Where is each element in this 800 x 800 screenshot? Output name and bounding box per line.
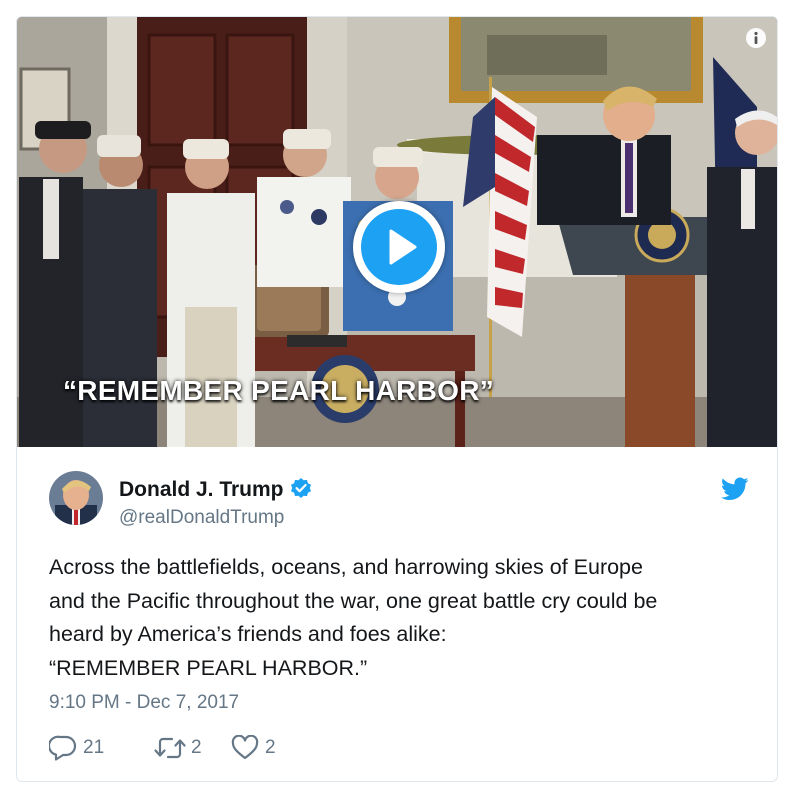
reply-button[interactable]: 21 [49, 731, 119, 765]
retweet-icon [154, 737, 186, 759]
video-thumbnail[interactable]: “REMEMBER PEARL HARBOR” [17, 17, 777, 447]
author-handle[interactable]: @realDonaldTrump [119, 507, 284, 529]
tweet-card: “REMEMBER PEARL HARBOR” Donald J. Trump … [16, 16, 778, 782]
tweet-timestamp[interactable]: 9:10 PM - Dec 7, 2017 [49, 692, 239, 714]
author-name[interactable]: Donald J. Trump [119, 477, 312, 502]
verified-badge-icon [290, 478, 311, 498]
tweet-line: and the Pacific throughout the war, one … [49, 588, 658, 613]
video-caption: “REMEMBER PEARL HARBOR” [63, 375, 495, 406]
twitter-bird-icon[interactable] [721, 477, 749, 501]
retweet-button[interactable]: 2 [153, 731, 213, 765]
play-icon [389, 229, 417, 265]
tweet-line: Across the battlefields, oceans, and har… [49, 555, 643, 579]
like-count: 2 [265, 737, 276, 758]
tweet-text: Across the battlefields, oceans, and har… [49, 551, 759, 685]
play-button[interactable] [353, 201, 445, 293]
like-button[interactable]: 2 [231, 731, 291, 765]
heart-icon [231, 735, 259, 760]
reply-count: 21 [83, 737, 105, 758]
tweet-line: heard by America’s friends and foes alik… [49, 622, 447, 646]
info-icon[interactable] [745, 27, 767, 49]
reply-icon [49, 735, 77, 761]
retweet-count: 2 [191, 737, 202, 758]
tweet-line: “REMEMBER PEARL HARBOR.” [49, 655, 368, 680]
author-name-text: Donald J. Trump [119, 478, 284, 501]
avatar[interactable] [49, 471, 103, 525]
tweet-header: Donald J. Trump @realDonaldTrump [49, 471, 749, 531]
